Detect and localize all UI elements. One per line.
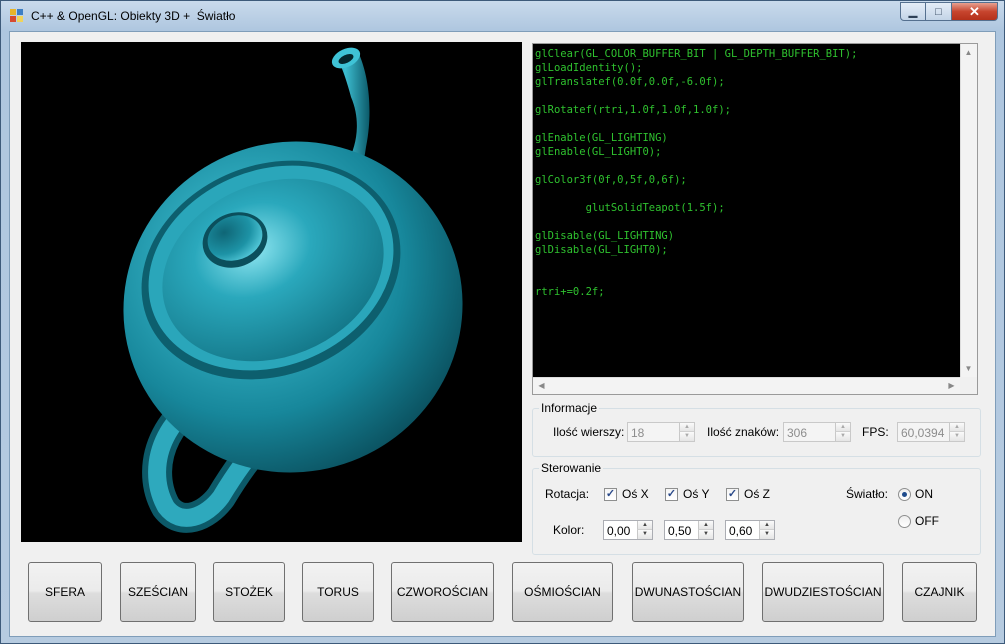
tetrahedron-button[interactable]: CZWOROŚCIAN	[391, 562, 494, 622]
cone-button[interactable]: STOŻEK	[213, 562, 285, 622]
light-label: Światło:	[846, 487, 889, 501]
octahedron-button[interactable]: OŚMIOŚCIAN	[512, 562, 613, 622]
teapot-render	[123, 47, 463, 533]
color-blue-value[interactable]: 0,60	[729, 524, 752, 538]
chars-label: Ilość znaków:	[707, 425, 780, 439]
torus-button[interactable]: TORUS	[302, 562, 374, 622]
teapot-button[interactable]: CZAJNIK	[902, 562, 977, 622]
rows-count-value: 18	[631, 426, 645, 440]
close-button[interactable]: ✕	[952, 2, 998, 21]
main-window: C++ & OpenGL: Obiekty 3D + Światło ▁ □ ✕	[0, 0, 1005, 644]
axis-x-label[interactable]: Oś X	[622, 487, 649, 501]
light-on-radio[interactable]	[898, 488, 911, 501]
axis-y-checkbox[interactable]: ✓	[665, 488, 678, 501]
spin-down-icon[interactable]: ▼	[637, 530, 652, 539]
fps-label: FPS:	[862, 425, 889, 439]
spin-up-icon[interactable]: ▲	[637, 521, 652, 530]
fps-value: 60,0394	[901, 426, 945, 440]
spin-up-icon: ▲	[835, 423, 850, 432]
spin-up-icon: ▲	[679, 423, 694, 432]
sphere-button[interactable]: SFERA	[28, 562, 102, 622]
spin-up-icon[interactable]: ▲	[759, 521, 774, 530]
horizontal-scrollbar[interactable]: ◀ ▶	[533, 377, 960, 394]
spin-down-icon[interactable]: ▼	[759, 530, 774, 539]
spin-down-icon[interactable]: ▼	[698, 530, 713, 539]
control-group-legend: Sterowanie	[539, 461, 604, 475]
color-label: Kolor:	[553, 523, 585, 537]
minimize-button[interactable]: ▁	[900, 2, 926, 21]
code-editor[interactable]: glClear(GL_COLOR_BUFFER_BIT | GL_DEPTH_B…	[532, 43, 978, 395]
window-title: C++ & OpenGL: Obiekty 3D + Światło	[31, 9, 236, 23]
cube-button[interactable]: SZEŚCIAN	[120, 562, 196, 622]
code-text[interactable]: glClear(GL_COLOR_BUFFER_BIT | GL_DEPTH_B…	[535, 47, 959, 372]
light-on-label[interactable]: ON	[915, 487, 933, 501]
color-blue-stepper[interactable]: 0,60 ▲ ▼	[725, 520, 775, 540]
app-icon	[10, 9, 24, 23]
spin-down-icon: ▼	[679, 432, 694, 441]
scroll-corner	[960, 377, 977, 394]
scroll-left-icon[interactable]: ◀	[534, 378, 549, 393]
color-red-stepper[interactable]: 0,00 ▲ ▼	[603, 520, 653, 540]
info-group-legend: Informacje	[539, 401, 600, 415]
rows-count-field: 18 ▲ ▼	[627, 422, 695, 442]
title-bar[interactable]: C++ & OpenGL: Obiekty 3D + Światło ▁ □ ✕	[1, 1, 1004, 31]
opengl-viewport[interactable]	[21, 42, 522, 542]
scroll-up-icon[interactable]: ▲	[961, 45, 976, 60]
control-group: Sterowanie Rotacja: ✓ Oś X ✓ Oś Y ✓ Oś Z…	[532, 461, 981, 555]
axis-z-checkbox[interactable]: ✓	[726, 488, 739, 501]
info-group: Informacje Ilość wierszy: 18 ▲ ▼ Ilość zn…	[532, 401, 981, 457]
chars-count-field: 306 ▲ ▼	[783, 422, 851, 442]
vertical-scrollbar[interactable]: ▲ ▼	[960, 44, 977, 377]
light-off-label[interactable]: OFF	[915, 514, 939, 528]
spin-down-icon: ▼	[949, 432, 964, 441]
spin-up-icon: ▲	[949, 423, 964, 432]
icosahedron-button[interactable]: DWUDZIESTOŚCIAN	[762, 562, 884, 622]
client-area: glClear(GL_COLOR_BUFFER_BIT | GL_DEPTH_B…	[9, 31, 996, 637]
fps-field: 60,0394 ▲ ▼	[897, 422, 965, 442]
axis-y-label[interactable]: Oś Y	[683, 487, 709, 501]
spin-down-icon: ▼	[835, 432, 850, 441]
chars-count-value: 306	[787, 426, 808, 440]
axis-z-label[interactable]: Oś Z	[744, 487, 770, 501]
color-red-value[interactable]: 0,00	[607, 524, 630, 538]
scroll-down-icon[interactable]: ▼	[961, 361, 976, 376]
maximize-button[interactable]: □	[926, 2, 952, 21]
color-green-value[interactable]: 0,50	[668, 524, 691, 538]
axis-x-checkbox[interactable]: ✓	[604, 488, 617, 501]
scroll-right-icon[interactable]: ▶	[944, 378, 959, 393]
light-off-radio[interactable]	[898, 515, 911, 528]
dodecahedron-button[interactable]: DWUNASTOŚCIAN	[632, 562, 744, 622]
spin-up-icon[interactable]: ▲	[698, 521, 713, 530]
color-green-stepper[interactable]: 0,50 ▲ ▼	[664, 520, 714, 540]
rotation-label: Rotacja:	[545, 487, 590, 501]
rows-label: Ilość wierszy:	[553, 425, 625, 439]
